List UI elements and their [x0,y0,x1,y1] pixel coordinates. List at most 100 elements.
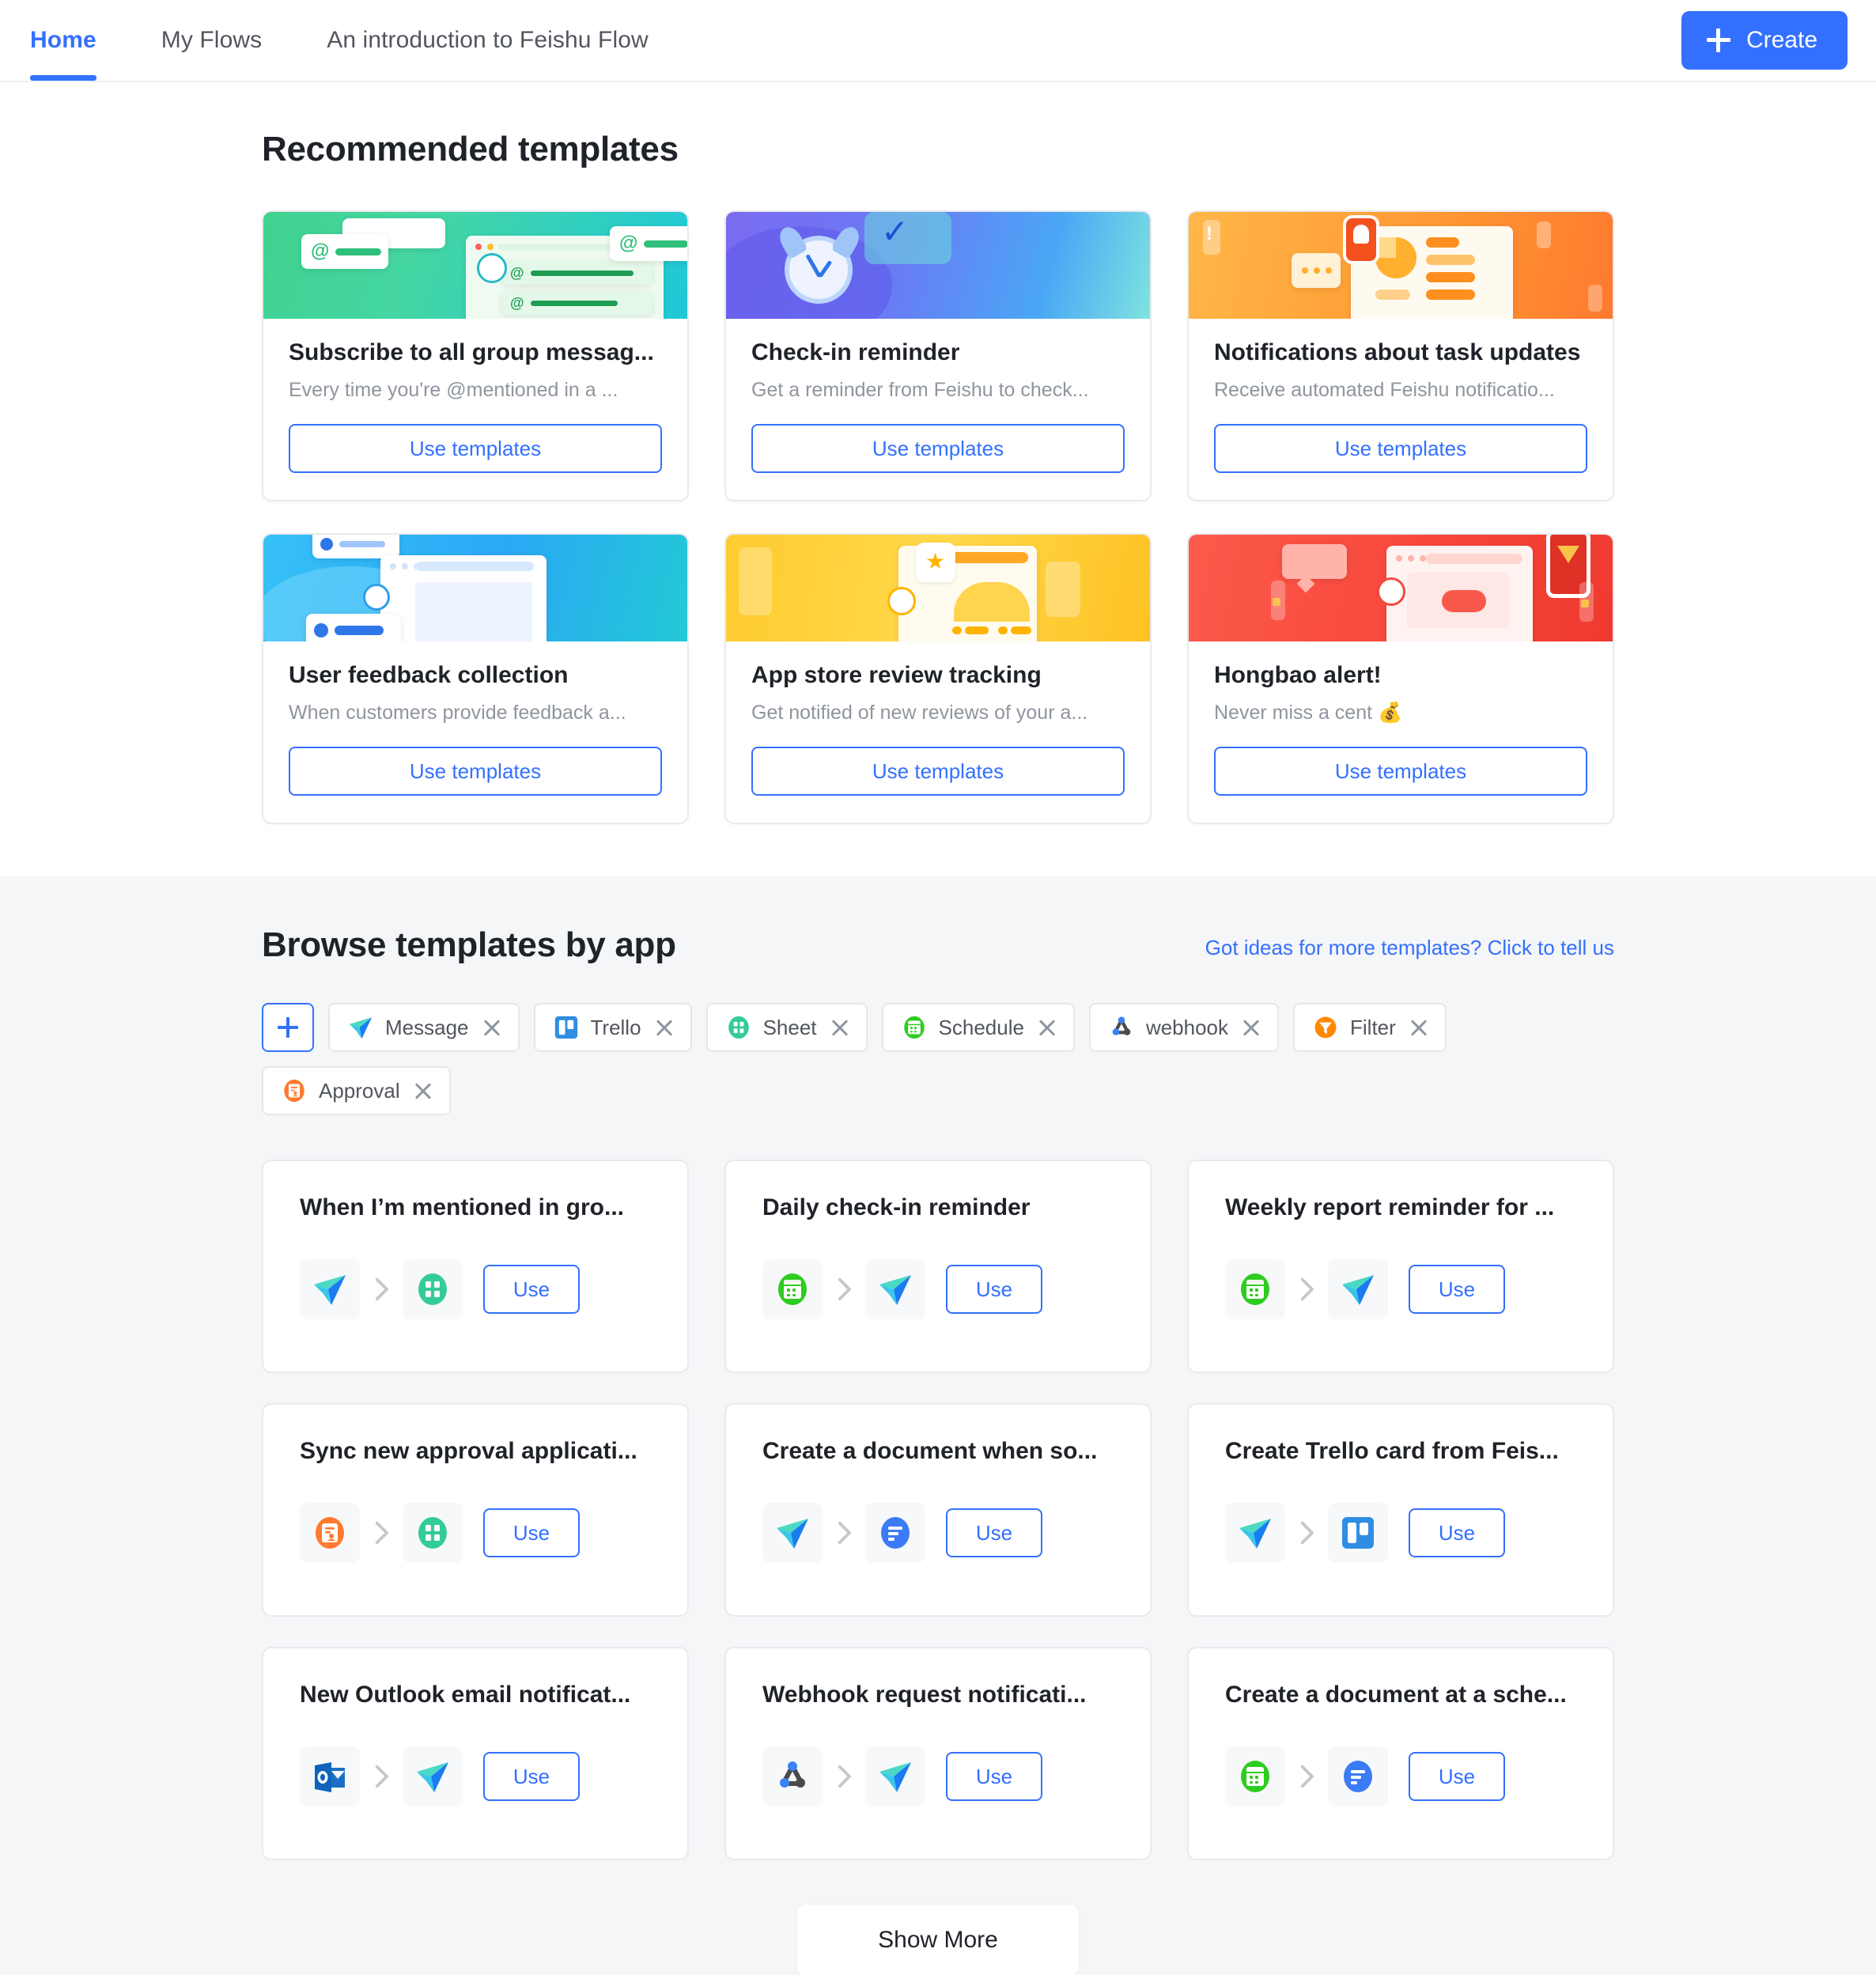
app-filter-chip-webhook[interactable]: webhook [1088,1003,1280,1052]
sheet-icon [414,1514,452,1552]
recommended-card-grid: @ @ @ @ Subscribe to all group messag...… [262,210,1614,824]
app-template-card[interactable]: When I’m mentioned in gro... Use [262,1160,689,1373]
app-template-card[interactable]: New Outlook email notificat... Use [262,1647,689,1860]
message-icon [773,1514,811,1552]
tab-introduction[interactable]: An introduction to Feishu Flow [327,0,649,81]
chip-label: Trello [590,1015,641,1039]
template-description: When customers provide feedback a... [289,702,626,724]
use-templates-button[interactable]: Use templates [289,424,662,473]
app-filter-chip-approval[interactable]: Approval [262,1066,451,1115]
app-filter-chip-filter[interactable]: Filter [1293,1003,1447,1052]
use-button[interactable]: Use [946,1752,1042,1801]
add-filter-button[interactable] [262,1003,314,1052]
target-app-tile [403,1259,463,1319]
close-icon[interactable] [1037,1017,1057,1038]
schedule-icon [1236,1757,1274,1795]
use-templates-button[interactable]: Use templates [1214,424,1587,473]
recommended-template-card[interactable]: ! Notifications about task updates Recei… [1187,210,1614,501]
message-icon [876,1757,914,1795]
template-app-flow: Use [1225,1503,1576,1563]
close-icon[interactable] [1241,1017,1261,1038]
doc-icon [1339,1757,1377,1795]
close-icon[interactable] [482,1017,502,1038]
template-title: Create a document when so... [762,1438,1098,1464]
template-title: Notifications about task updates [1214,339,1581,365]
use-button[interactable]: Use [483,1265,580,1314]
recommended-template-card[interactable]: @ @ @ @ Subscribe to all group messag...… [262,210,689,501]
template-app-flow: Use [300,1503,651,1563]
app-template-card[interactable]: Create a document when so... Use [724,1403,1152,1617]
app-template-card[interactable]: Create a document at a sche... Use [1187,1647,1614,1860]
chip-label: Approval [319,1078,400,1103]
chevron-right-icon [1290,1273,1323,1306]
use-button[interactable]: Use [946,1265,1042,1314]
nav-tab-list: Home My Flows An introduction to Feishu … [30,0,713,81]
template-banner-illustration: @ @ @ @ [263,212,687,319]
use-templates-button[interactable]: Use templates [751,424,1125,473]
create-button-label: Create [1746,27,1817,53]
app-template-card[interactable]: Webhook request notificati... Use [724,1647,1152,1860]
app-filter-chip-schedule[interactable]: Schedule [881,1003,1075,1052]
use-button[interactable]: Use [1409,1265,1505,1314]
close-icon[interactable] [413,1080,433,1101]
recommended-template-card[interactable]: ✓ Check-in reminder Get a reminder from … [724,210,1152,501]
app-filter-chip-list: Message Trello Sheet Schedule webhook Fi… [262,1003,1614,1115]
app-template-card[interactable]: Create Trello card from Feis... Use [1187,1403,1614,1617]
target-app-tile [403,1503,463,1563]
trello-icon [1339,1514,1377,1552]
use-button[interactable]: Use [946,1508,1042,1557]
tab-my-flows[interactable]: My Flows [161,0,262,81]
app-template-card[interactable]: Weekly report reminder for ... Use [1187,1160,1614,1373]
doc-icon [876,1514,914,1552]
template-app-flow: Use [1225,1746,1576,1807]
use-templates-button[interactable]: Use templates [751,747,1125,796]
top-navigation-bar: Home My Flows An introduction to Feishu … [0,0,1876,82]
use-button[interactable]: Use [483,1508,580,1557]
tab-home[interactable]: Home [30,0,96,81]
use-button[interactable]: Use [1409,1508,1505,1557]
template-title: Webhook request notificati... [762,1682,1087,1708]
template-app-flow: Use [1225,1259,1576,1319]
use-templates-button[interactable]: Use templates [1214,747,1587,796]
recommended-template-card[interactable]: User feedback collection When customers … [262,533,689,824]
close-icon[interactable] [1409,1017,1429,1038]
tell-us-ideas-link[interactable]: Got ideas for more templates? Click to t… [1205,936,1614,965]
target-app-tile [865,1259,925,1319]
template-app-flow: Use [300,1746,651,1807]
template-description: Never miss a cent 💰 [1214,702,1403,724]
schedule-icon [1236,1270,1274,1308]
create-button[interactable]: Create [1681,11,1848,70]
app-template-card[interactable]: Daily check-in reminder Use [724,1160,1152,1373]
use-templates-button[interactable]: Use templates [289,747,662,796]
template-title: User feedback collection [289,662,569,688]
template-title: Hongbao alert! [1214,662,1382,688]
source-app-tile [762,1503,823,1563]
source-app-tile [1225,1259,1285,1319]
webhook-icon [773,1757,811,1795]
outlook-icon [311,1757,349,1795]
schedule-icon [901,1014,928,1041]
app-filter-chip-sheet[interactable]: Sheet [705,1003,868,1052]
close-icon[interactable] [654,1017,675,1038]
template-description: Get notified of new reviews of your a... [751,702,1088,724]
approval-icon [311,1514,349,1552]
chevron-right-icon [827,1273,860,1306]
close-icon[interactable] [830,1017,850,1038]
chevron-right-icon [827,1760,860,1793]
use-button[interactable]: Use [483,1752,580,1801]
message-icon [347,1014,374,1041]
app-filter-chip-message[interactable]: Message [328,1003,520,1052]
plus-icon [278,1017,298,1038]
app-template-card[interactable]: Sync new approval applicati... Use [262,1403,689,1617]
template-title: Create Trello card from Feis... [1225,1438,1559,1464]
show-more-button[interactable]: Show More [797,1905,1079,1975]
recommended-template-card[interactable]: Hongbao alert! Never miss a cent 💰 Use t… [1187,533,1614,824]
chevron-right-icon [365,1760,398,1793]
use-button[interactable]: Use [1409,1752,1505,1801]
app-filter-chip-trello[interactable]: Trello [533,1003,692,1052]
recommended-template-card[interactable]: ★ App store review tracking Get notified… [724,533,1152,824]
message-icon [876,1270,914,1308]
tab-home-label: Home [30,27,96,53]
message-icon [1236,1514,1274,1552]
template-title: App store review tracking [751,662,1042,688]
